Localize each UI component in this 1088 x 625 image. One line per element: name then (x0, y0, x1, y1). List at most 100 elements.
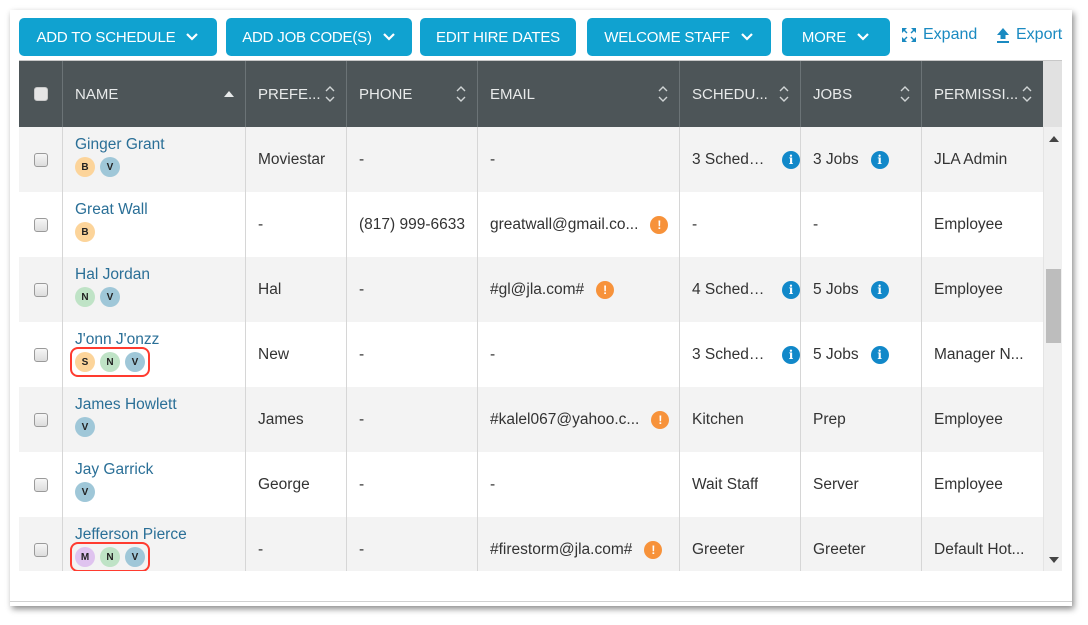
badge-s: S (75, 352, 95, 372)
table-row[interactable]: Great Wall B - (817) 999-6633 greatwall@… (19, 192, 1043, 257)
employee-name-link[interactable]: Hal Jordan (75, 266, 150, 284)
row-checkbox[interactable] (33, 282, 48, 297)
table-row[interactable]: Jefferson Pierce MNV - - #firestorm@jla.… (19, 517, 1043, 571)
table-row[interactable]: Hal Jordan NV Hal - #gl@jla.com#! 4 Sche… (19, 257, 1043, 322)
employee-name-link[interactable]: Ginger Grant (75, 136, 165, 154)
preferred-name-cell: James (246, 387, 347, 452)
column-label: PHONE (359, 85, 413, 103)
warning-icon[interactable]: ! (651, 410, 670, 429)
preferred-name: Moviestar (258, 150, 326, 168)
table-row[interactable]: J'onn J'onzz SNV New - - 3 Schedu... i 5 … (19, 322, 1043, 387)
scrollbar-thumb[interactable] (1046, 269, 1061, 343)
phone-cell: - (347, 387, 478, 452)
row-checkbox[interactable] (33, 542, 48, 557)
preferred-name: George (258, 475, 310, 493)
phone-cell: - (347, 322, 478, 387)
select-cell (19, 322, 63, 387)
scroll-down-arrow[interactable] (1049, 557, 1059, 563)
schedules-cell: 3 Schedu... i (680, 127, 801, 192)
badge-v: V (100, 287, 120, 307)
add-to-schedule-button[interactable]: ADD TO SCHEDULE (19, 18, 217, 56)
column-header-phone[interactable]: PHONE (347, 61, 478, 127)
phone-number: (817) 999-6633 (359, 215, 465, 233)
row-checkbox[interactable] (33, 347, 48, 362)
warning-icon[interactable]: ! (650, 215, 669, 234)
warning-icon[interactable]: ! (644, 540, 663, 559)
badge-n: N (100, 547, 120, 567)
select-cell (19, 127, 63, 192)
email-cell: #gl@jla.com#! (478, 257, 680, 322)
employee-name-link[interactable]: J'onn J'onzz (75, 331, 159, 349)
staff-table: NAME PREFE... PHONE EMAIL SCHEDU... JOBS (19, 60, 1062, 571)
phone-cell: - (347, 127, 478, 192)
toolbar: ADD TO SCHEDULE ADD JOB CODE(S) EDIT HIR… (10, 10, 1072, 60)
jobs-cell: 5 Jobs i (801, 322, 922, 387)
chevron-down-icon (186, 33, 199, 41)
vertical-scrollbar[interactable] (1043, 127, 1062, 571)
column-header-email[interactable]: EMAIL (478, 61, 680, 127)
edit-hire-dates-button[interactable]: EDIT HIRE DATES (420, 18, 576, 56)
info-icon[interactable]: i (782, 345, 800, 364)
scroll-up-arrow[interactable] (1049, 136, 1059, 142)
info-icon[interactable]: i (870, 280, 889, 299)
table-row[interactable]: James Howlett V James - #kalel067@yahoo.… (19, 387, 1043, 452)
info-icon[interactable]: i (870, 345, 889, 364)
column-header-name[interactable]: NAME (63, 61, 246, 127)
row-checkbox[interactable] (33, 152, 48, 167)
name-cell: Jay Garrick V (63, 452, 246, 517)
table-row[interactable]: Jay Garrick V George - - Wait Staff Serv… (19, 452, 1043, 517)
phone-cell: - (347, 257, 478, 322)
row-checkbox[interactable] (33, 477, 48, 492)
export-link[interactable]: Export (996, 26, 1062, 44)
badge-n: N (100, 352, 120, 372)
employee-name-link[interactable]: Jefferson Pierce (75, 526, 187, 544)
preferred-name-cell: Hal (246, 257, 347, 322)
column-header-preferred[interactable]: PREFE... (246, 61, 347, 127)
status-badges: MNV (70, 542, 150, 571)
badge-b: B (75, 222, 95, 242)
column-label: JOBS (813, 85, 853, 103)
jobs-cell: Server (801, 452, 922, 517)
permission-cell: Default Hot... (922, 517, 1043, 571)
column-header-jobs[interactable]: JOBS (801, 61, 922, 127)
phone-cell: (817) 999-6633 (347, 192, 478, 257)
table-body: Ginger Grant B V Moviestar - - 3 Schedu..… (19, 127, 1043, 571)
employee-name-link[interactable]: Jay Garrick (75, 461, 153, 479)
select-all-checkbox[interactable] (33, 87, 48, 101)
expand-link[interactable]: Expand (901, 26, 977, 44)
name-cell: James Howlett V (63, 387, 246, 452)
edit-hire-dates-label: EDIT HIRE DATES (436, 28, 560, 46)
column-header-schedules[interactable]: SCHEDU... (680, 61, 801, 127)
warning-icon[interactable]: ! (596, 280, 615, 299)
permission-cell: Employee (922, 257, 1043, 322)
schedules-cell: - (680, 192, 801, 257)
email-cell: - (478, 127, 680, 192)
badge-v: V (75, 417, 95, 437)
table-header: NAME PREFE... PHONE EMAIL SCHEDU... JOBS (19, 61, 1043, 127)
info-icon[interactable]: i (870, 150, 889, 169)
scrollbar-header-gutter (1043, 61, 1062, 127)
employee-name-link[interactable]: James Howlett (75, 396, 177, 414)
email-cell: #kalel067@yahoo.c...! (478, 387, 680, 452)
phone-number: - (359, 280, 365, 298)
table-row[interactable]: Ginger Grant BV Moviestar - - 3 Schedu..… (19, 127, 1043, 192)
row-checkbox[interactable] (33, 217, 48, 232)
select-cell (19, 192, 63, 257)
schedules-value: 3 Schedu... (692, 150, 770, 168)
permission-cell: Employee (922, 192, 1043, 257)
column-label: EMAIL (490, 85, 536, 103)
more-button[interactable]: MORE (782, 18, 890, 56)
employee-name-link[interactable]: Great Wall (75, 201, 148, 219)
permission-cell: Manager N... (922, 322, 1043, 387)
phone-cell: - (347, 452, 478, 517)
row-checkbox[interactable] (33, 412, 48, 427)
column-label: NAME (75, 85, 119, 103)
info-icon[interactable]: i (782, 150, 800, 169)
column-header-permissions[interactable]: PERMISSI... (922, 61, 1043, 127)
add-job-codes-button[interactable]: ADD JOB CODE(S) (226, 18, 412, 56)
welcome-staff-button[interactable]: WELCOME STAFF (587, 18, 771, 56)
preferred-name-cell: - (246, 517, 347, 571)
info-icon[interactable]: i (782, 280, 800, 299)
chevron-down-icon (857, 33, 869, 41)
badge-v: V (75, 482, 95, 502)
